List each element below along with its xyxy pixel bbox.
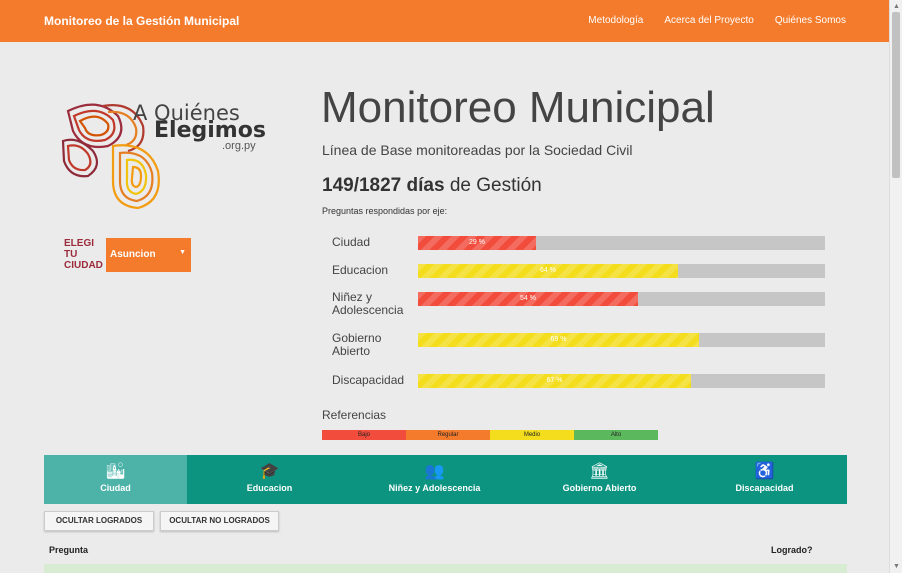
days-value: 149/1827 días	[322, 175, 445, 196]
city-select-value: Asuncion	[110, 249, 156, 260]
progress-fill: 64 %	[418, 264, 678, 278]
site-logo: A Quiénes Elegimos .org.py	[58, 96, 268, 216]
hide-achieved-button[interactable]: OCULTAR LOGRADOS	[44, 511, 154, 531]
category-tabs: 🏙 Ciudad 🎓 Educacion 👥 Niñez y Adolescencia 🏛 G…	[44, 455, 847, 504]
progress-track: 64 %	[418, 264, 825, 278]
progress-fill: 69 %	[418, 333, 699, 347]
progress-label: Ciudad	[332, 235, 371, 249]
children-icon: 👥	[424, 463, 445, 480]
tab-label: Educacion	[246, 483, 293, 493]
progress-label: Niñez y Adolescencia	[332, 290, 404, 317]
top-navbar: Monitoreo de la Gestión Municipal Metodo…	[0, 0, 889, 42]
references-legend: Bajo Regular Medio Alto	[322, 430, 658, 440]
nav-link-quienes-somos[interactable]: Quiénes Somos	[775, 15, 846, 26]
page-title: Monitoreo Municipal	[321, 83, 715, 132]
vertical-scrollbar[interactable]: ▲ ▼	[889, 0, 902, 573]
legend-item: Alto	[574, 430, 658, 440]
progress-track: 54 %	[418, 292, 825, 306]
scroll-thumb[interactable]	[892, 12, 900, 178]
legend-item: Bajo	[322, 430, 406, 440]
days-suffix: de Gestión	[444, 175, 542, 196]
page-subtitle: Línea de Base monitoreadas por la Socied…	[322, 142, 633, 158]
nav-menu: Metodología Acerca del Proyecto Quiénes …	[588, 15, 846, 26]
questions-by-axis-label: Preguntas respondidas por eje:	[322, 206, 448, 216]
caret-down-icon: ▼	[179, 249, 186, 256]
city-label-line1: ELEGI	[64, 238, 95, 249]
progress-fill: 54 %	[418, 292, 638, 306]
tab-label: Discapacidad	[735, 483, 794, 493]
tab-ciudad[interactable]: 🏙 Ciudad	[44, 455, 187, 504]
progress-label: Gobierno Abierto	[332, 331, 382, 358]
graduation-cap-icon: 🎓	[259, 463, 280, 480]
days-of-management: 149/1827 días de Gestión	[322, 175, 542, 197]
nav-link-acerca[interactable]: Acerca del Proyecto	[664, 15, 754, 26]
tab-label: Gobierno Abierto	[562, 483, 637, 493]
tab-educacion[interactable]: 🎓 Educacion	[187, 455, 352, 504]
tab-niñez-y-adolescencia[interactable]: 👥 Niñez y Adolescencia	[352, 455, 517, 504]
column-header-achieved[interactable]: Logrado?	[771, 545, 813, 555]
logo-text-line3: .org.py	[222, 140, 256, 152]
progress-track: 29 %	[418, 236, 825, 250]
city-selector-label: ELEGI TU CIUDAD	[64, 238, 103, 271]
references-title: Referencias	[322, 408, 387, 422]
column-header-question[interactable]: Pregunta	[49, 545, 88, 555]
scroll-up-arrow-icon[interactable]: ▲	[893, 3, 900, 10]
tab-label: Ciudad	[100, 483, 131, 493]
progress-fill: 29 %	[418, 236, 536, 250]
tab-discapacidad[interactable]: ♿ Discapacidad	[682, 455, 847, 504]
nav-link-metodologia[interactable]: Metodología	[588, 15, 643, 26]
wheelchair-icon: ♿	[754, 463, 775, 480]
tab-gobierno-abierto[interactable]: 🏛 Gobierno Abierto	[517, 455, 682, 504]
hide-not-achieved-button[interactable]: OCULTAR NO LOGRADOS	[160, 511, 279, 531]
city-label-line2: TU	[64, 249, 78, 260]
progress-track: 67 %	[418, 374, 825, 388]
progress-label: Discapacidad	[332, 373, 405, 387]
legend-item: Regular	[406, 430, 490, 440]
progress-label: Educacion	[332, 263, 389, 277]
city-select-dropdown[interactable]: Asuncion ▼	[106, 238, 191, 272]
progress-fill: 67 %	[418, 374, 691, 388]
city-icon: 🏙	[105, 463, 126, 480]
tab-label: Niñez y Adolescencia	[388, 483, 481, 493]
government-building-icon: 🏛	[589, 463, 610, 480]
brand-title[interactable]: Monitoreo de la Gestión Municipal	[44, 14, 239, 28]
scroll-down-arrow-icon[interactable]: ▼	[893, 563, 900, 570]
city-label-line3: CIUDAD	[64, 260, 103, 271]
progress-track: 69 %	[418, 333, 825, 347]
table-row[interactable]	[44, 564, 847, 573]
legend-item: Medio	[490, 430, 574, 440]
